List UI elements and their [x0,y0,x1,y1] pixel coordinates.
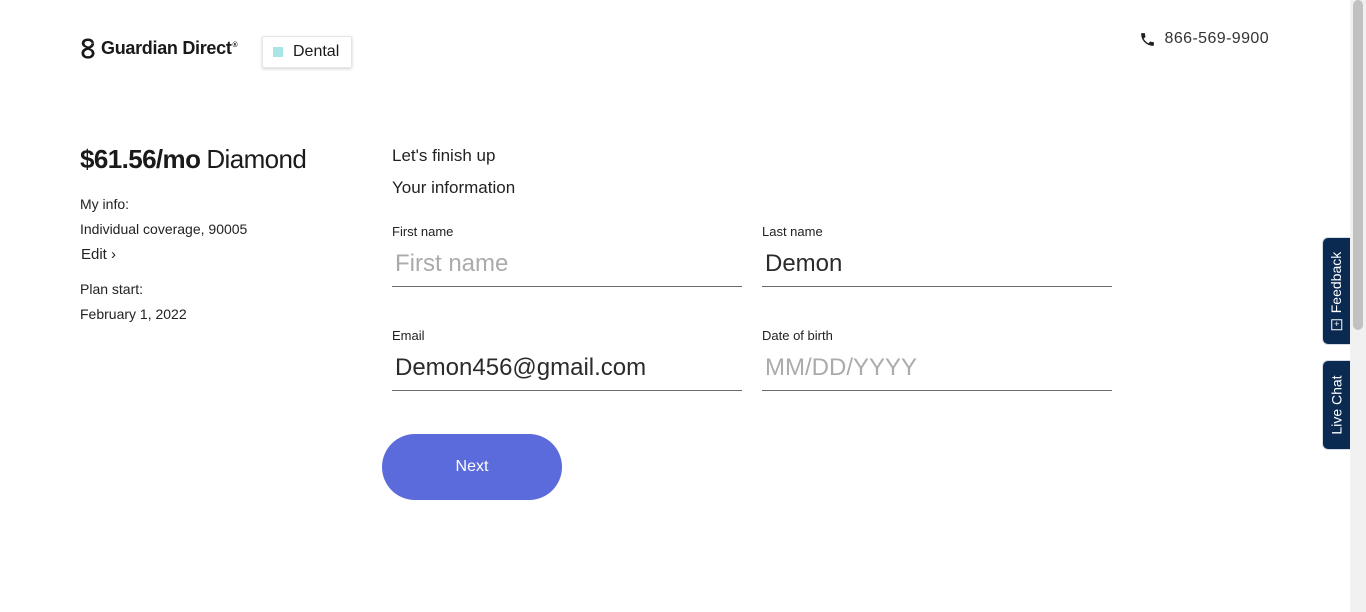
date-of-birth-label: Date of birth [762,328,833,343]
feedback-label: Feedback [1328,251,1345,314]
date-of-birth-field: Date of birth [762,328,1112,391]
badge-swatch-icon [273,47,283,57]
last-name-field: Last name [762,224,1112,287]
plan-price: $61.56/mo Diamond [80,144,360,175]
phone-contact[interactable]: 866-569-9900 [1139,30,1269,48]
edit-link[interactable]: Edit › [81,246,116,263]
plan-name: Diamond [206,144,307,174]
live-chat-tab[interactable]: Live Chat [1322,360,1350,450]
date-of-birth-input[interactable] [762,346,1112,391]
plus-box-icon: + [1331,319,1343,331]
live-chat-label: Live Chat [1328,375,1345,435]
first-name-label: First name [392,224,454,239]
next-button[interactable]: Next [382,434,562,500]
plan-start-label: Plan start: [80,281,144,297]
form-eyebrow: Let's finish up [392,146,496,165]
phone-number[interactable]: 866-569-9900 [1165,30,1269,48]
product-badge-label: Dental [293,43,340,60]
coverage-info: Individual coverage, 90005 [80,221,248,237]
last-name-input[interactable] [762,242,1112,287]
form-title: Your information [392,178,516,197]
your-information-form: Let's finish up Your information First n… [382,144,1112,500]
scrollbar-thumb[interactable] [1353,0,1363,330]
phone-icon [1140,32,1154,46]
plan-summary: $61.56/mo Diamond My info: Individual cov… [80,144,360,327]
my-info-label: My info: [80,196,130,212]
price-amount: $61.56/mo [80,144,201,174]
first-name-field: First name [392,224,742,287]
vertical-scrollbar[interactable] [1350,0,1366,612]
email-label: Email [392,328,425,343]
guardian-logo-icon [81,38,95,59]
product-badge: Dental [262,36,353,68]
feedback-tab[interactable]: + Feedback [1322,237,1350,345]
logo-text: Guardian Direct® [101,38,238,58]
guardian-direct-logo[interactable]: Guardian Direct® [80,37,238,60]
email-input[interactable] [392,346,742,391]
last-name-label: Last name [762,224,823,239]
first-name-input[interactable] [392,242,742,287]
plan-start-date: February 1, 2022 [80,306,187,322]
page: Guardian Direct® Dental 866-569-9900 $61… [0,0,1366,612]
email-field: Email [392,328,742,391]
